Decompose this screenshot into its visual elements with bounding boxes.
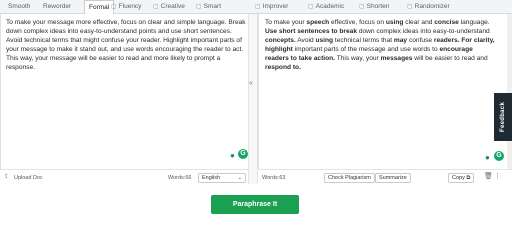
lock-icon: ▢ bbox=[111, 4, 117, 10]
settings-icon[interactable]: ⋮ bbox=[494, 172, 501, 180]
lightbulb-icon[interactable]: ● bbox=[485, 153, 492, 162]
language-select[interactable]: English ⌄ bbox=[198, 173, 246, 183]
text-segment: will be easier to read and bbox=[412, 54, 488, 62]
upload-icon[interactable]: ⇪ bbox=[4, 173, 9, 180]
text-segment: language. bbox=[458, 19, 490, 26]
chevron-down-icon: ⌄ bbox=[237, 175, 242, 181]
changed-phrase[interactable]: messages bbox=[381, 55, 413, 62]
lock-icon: ▢ bbox=[153, 4, 159, 10]
check-plagiarism-button[interactable]: Check Plagiarism bbox=[324, 173, 375, 183]
delete-icon[interactable]: 🗑 bbox=[484, 172, 493, 180]
upload-doc-button[interactable]: Upload Doc bbox=[14, 170, 43, 186]
changed-phrase[interactable]: respond to. bbox=[265, 64, 301, 71]
input-word-count: Words:66 bbox=[168, 175, 192, 181]
tab-fluency[interactable]: ▢ Fluency bbox=[111, 0, 141, 14]
tab-smooth[interactable]: Smooth bbox=[8, 0, 30, 14]
output-text: To make your speech effective, focus on … bbox=[265, 19, 495, 72]
grammarly-icon[interactable]: G bbox=[238, 149, 248, 159]
text-segment: effective, focus on bbox=[329, 19, 386, 26]
output-footer: Words:63 Check Plagiarism Summarize Copy… bbox=[258, 169, 512, 185]
input-textarea[interactable]: To make your message more effective, foc… bbox=[6, 19, 246, 72]
text-segment: This way, your bbox=[335, 54, 381, 62]
lightbulb-icon[interactable]: ● bbox=[230, 151, 237, 160]
text-segment: technical terms that bbox=[333, 36, 394, 44]
paraphrase-button[interactable]: Paraphrase It bbox=[211, 195, 299, 214]
changed-phrase[interactable]: using bbox=[315, 37, 333, 44]
tab-formal[interactable]: Formal bbox=[84, 0, 115, 15]
output-panel: To make your speech effective, focus on … bbox=[258, 14, 512, 184]
grammarly-icon[interactable]: G bbox=[494, 151, 504, 161]
text-segment: Avoid bbox=[295, 36, 316, 44]
panel-divider[interactable] bbox=[248, 14, 258, 184]
tab-smart[interactable]: ▢ Smart bbox=[196, 0, 221, 14]
input-footer: Upload Doc Words:66 English ⌄ bbox=[0, 169, 248, 185]
lock-icon: ▢ bbox=[407, 4, 413, 10]
changed-phrase[interactable]: may bbox=[394, 37, 407, 44]
tab-improver[interactable]: ▢ Improver bbox=[255, 0, 288, 14]
changed-phrase[interactable]: speech bbox=[306, 19, 329, 26]
tab-shorten[interactable]: ▢ Shorten bbox=[359, 0, 389, 14]
input-panel: To make your message more effective, foc… bbox=[0, 14, 248, 184]
output-word-count: Words:63 bbox=[262, 175, 286, 181]
collapse-arrow-icon[interactable]: « bbox=[249, 80, 253, 87]
summarize-button[interactable]: Summarize bbox=[375, 173, 411, 183]
changed-phrase[interactable]: Use short sentences to break bbox=[265, 28, 357, 35]
lock-icon: ▢ bbox=[359, 4, 365, 10]
lock-icon: ▢ bbox=[308, 4, 314, 10]
text-segment: confuse bbox=[407, 36, 434, 44]
tab-academic[interactable]: ▢ Academic bbox=[308, 0, 344, 14]
text-segment: down complex ideas into easy-to-understa… bbox=[356, 27, 490, 35]
tab-randomizer[interactable]: ▢ Randomizer bbox=[407, 0, 450, 14]
lock-icon: ▢ bbox=[196, 4, 202, 10]
feedback-tab[interactable]: Feedback bbox=[494, 93, 512, 141]
mode-tab-bar: Smooth Reworder Formal ▢ Fluency ▢ Creativ… bbox=[0, 0, 512, 15]
tab-creative[interactable]: ▢ Creative bbox=[153, 0, 185, 14]
changed-phrase[interactable]: concise bbox=[434, 19, 459, 26]
text-segment: clear and bbox=[403, 19, 435, 26]
text-segment: important parts of the message and use w… bbox=[292, 45, 440, 53]
changed-phrase[interactable]: using bbox=[386, 19, 404, 26]
tab-reworder[interactable]: Reworder bbox=[43, 0, 71, 14]
copy-button[interactable]: Copy ⧉ bbox=[448, 173, 475, 183]
changed-phrase[interactable]: concepts. bbox=[265, 37, 296, 44]
lock-icon: ▢ bbox=[255, 4, 261, 10]
text-segment: To make your bbox=[265, 19, 307, 26]
copy-icon: ⧉ bbox=[466, 175, 471, 181]
